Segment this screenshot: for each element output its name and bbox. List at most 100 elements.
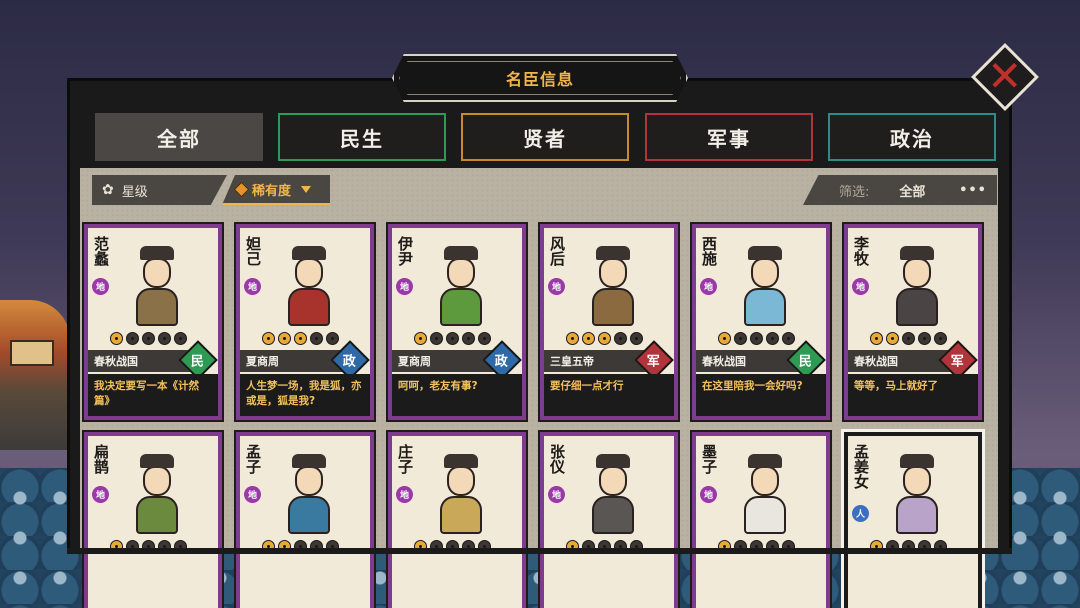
minister-name: 扁鹊 [92,444,110,474]
sort-by-star-button[interactable]: ✿ 星级 [92,175,227,205]
minister-portrait [580,246,646,330]
minister-card[interactable]: 孟子地 [234,430,376,608]
star-icon [614,332,627,345]
minister-card[interactable]: 妲己地夏商周政人生梦一场，我是狐，亦或是，狐是我? [234,222,376,422]
minister-portrait [428,246,494,330]
minister-name: 风后 [548,236,566,266]
category-label: 军 [647,354,661,370]
sort-rarity-label: 稀有度 [252,183,292,199]
filter-value: 全部 [899,184,926,200]
star-rating [870,332,947,345]
minister-portrait [884,454,950,538]
minister-card[interactable]: 孟姜女人 [841,429,985,608]
minister-quote: 我决定要写一本《计然篇》 [88,374,218,416]
minister-name: 墨子 [700,444,718,474]
minister-name: 庄子 [396,444,414,474]
star-icon [158,332,171,345]
minister-portrait [428,454,494,538]
minister-card[interactable]: 范蠡地春秋战国民我决定要写一本《计然篇》 [82,222,224,422]
minister-portrait [732,454,798,538]
sort-star-label: 星级 [121,184,148,200]
star-icon [462,332,475,345]
star-icon [430,332,443,345]
grade-badge: 地 [92,278,109,295]
minister-name: 孟子 [244,444,262,474]
more-options-icon[interactable]: ••• [959,183,987,198]
minister-card[interactable]: 庄子地 [386,430,528,608]
category-label: 军 [951,354,965,370]
grade-badge: 地 [244,278,261,295]
minister-portrait [884,246,950,330]
minister-card[interactable]: 墨子地 [690,430,832,608]
category-tabs: 全部 民生 贤者 军事 政治 [95,113,997,161]
page-title: 名臣信息 [505,70,574,89]
grade-badge: 地 [700,278,717,295]
minister-quote: 在这里陪我一会好吗? [696,374,826,416]
grade-badge: 人 [852,505,869,522]
minister-card[interactable]: 扁鹊地 [82,430,224,608]
category-label: 民 [799,354,813,370]
chevron-down-icon [301,185,312,193]
star-icon [718,332,731,345]
grade-badge: 地 [700,486,717,503]
tab-sage[interactable]: 贤者 [461,113,629,161]
tab-livelihood[interactable]: 民生 [278,113,446,161]
star-icon [734,332,747,345]
grade-badge: 地 [852,278,869,295]
minister-portrait [124,454,190,538]
grade-badge: 地 [548,278,565,295]
grade-badge: 地 [548,486,565,503]
sort-by-rarity-button[interactable]: 稀有度 [222,175,330,205]
star-icon [110,332,123,345]
star-icon [766,332,779,345]
minister-card[interactable]: 李牧地春秋战国军等等，马上就好了 [842,222,984,422]
star-rating [566,332,643,345]
tab-politics[interactable]: 政治 [828,113,996,161]
minister-portrait [124,246,190,330]
minister-card[interactable]: 西施地春秋战国民在这里陪我一会好吗? [690,222,832,422]
minister-portrait [276,454,342,538]
star-rating [262,332,339,345]
grade-badge: 地 [396,278,413,295]
star-icon [310,332,323,345]
minister-name: 伊尹 [396,236,414,266]
minister-card[interactable]: 风后地三皇五帝军要仔细一点才行 [538,222,680,422]
category-label: 政 [495,354,509,370]
star-icon [582,332,595,345]
star-icon [278,332,291,345]
tab-military[interactable]: 军事 [645,113,813,161]
flower-icon: ✿ [102,182,114,198]
star-icon [886,332,899,345]
grade-badge: 地 [92,486,109,503]
star-rating [414,332,491,345]
minister-portrait [580,454,646,538]
close-icon: ✕ [987,51,1023,101]
title-plaque: 名臣信息 [392,54,688,102]
close-button[interactable]: ✕ [970,42,1040,112]
star-icon [566,332,579,345]
star-icon [630,332,643,345]
minister-name: 李牧 [852,236,870,266]
star-icon [446,332,459,345]
minister-portrait [276,246,342,330]
star-icon [174,332,187,345]
panel-bottom-edge [67,548,1012,554]
minister-card[interactable]: 张仪地 [538,430,680,608]
minister-name: 妲己 [244,236,262,266]
filter-dropdown[interactable]: 筛选: 全部 ••• [803,175,997,205]
star-icon [934,332,947,345]
star-icon [782,332,795,345]
minister-card[interactable]: 伊尹地夏商周政呵呵，老友有事? [386,222,528,422]
star-icon [918,332,931,345]
star-icon [294,332,307,345]
star-icon [598,332,611,345]
star-icon [478,332,491,345]
category-label: 民 [191,354,205,370]
grade-badge: 地 [244,486,261,503]
category-label: 政 [343,354,357,370]
tab-all[interactable]: 全部 [95,113,263,161]
star-icon [262,332,275,345]
minister-quote: 呵呵，老友有事? [392,374,522,416]
star-icon [414,332,427,345]
star-rating [718,332,795,345]
